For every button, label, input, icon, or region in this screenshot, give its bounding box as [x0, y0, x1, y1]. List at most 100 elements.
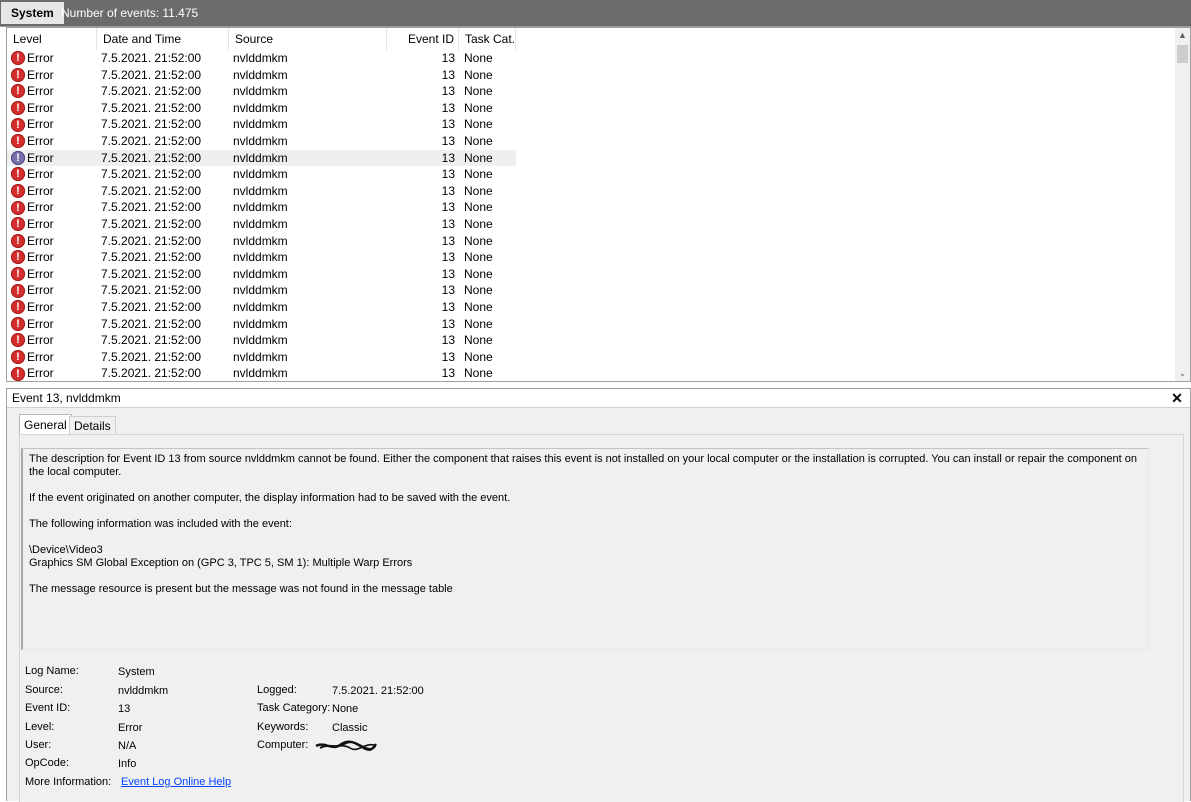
cell-source: nvlddmkm — [233, 366, 288, 381]
description-line: If the event originated on another compu… — [29, 492, 511, 504]
table-row[interactable]: ! Error 7.5.2021. 21:52:00 nvlddmkm 13 None — [7, 67, 1173, 84]
cell-level: Error — [27, 183, 54, 198]
column-header-task-category[interactable]: Task Cat... — [459, 28, 516, 50]
scroll-thumb[interactable] — [1177, 45, 1188, 63]
table-row[interactable]: ! Error 7.5.2021. 21:52:00 nvlddmkm 13 None — [7, 216, 1173, 233]
table-row[interactable]: ! Error 7.5.2021. 21:52:00 nvlddmkm 13 None — [7, 116, 1173, 133]
error-icon: ! — [11, 184, 25, 199]
error-icon: ! — [11, 117, 25, 132]
cell-date: 7.5.2021. 21:52:00 — [101, 366, 202, 381]
error-icon: ! — [11, 51, 25, 66]
cell-date: 7.5.2021. 21:52:00 — [101, 266, 202, 281]
error-icon: ! — [11, 101, 25, 116]
table-row[interactable]: ! Error 7.5.2021. 21:52:00 nvlddmkm 13 None — [7, 83, 1173, 100]
scroll-up-icon[interactable]: ▲ — [1175, 28, 1190, 43]
event-description[interactable]: The description for Event ID 13 from sou… — [21, 448, 1149, 650]
cell-date: 7.5.2021. 21:52:00 — [101, 100, 202, 115]
cell-source: nvlddmkm — [233, 67, 288, 82]
table-row[interactable]: ! Error 7.5.2021. 21:52:00 nvlddmkm 13 None — [7, 183, 1173, 200]
table-row[interactable]: ! Error 7.5.2021. 21:52:00 nvlddmkm 13 None — [7, 166, 1173, 183]
events-scrollbar[interactable]: ▲ ⌄ — [1175, 28, 1190, 381]
cell-task-category: None — [464, 183, 493, 198]
table-row[interactable]: ! Error 7.5.2021. 21:52:00 nvlddmkm 13 None — [7, 100, 1173, 117]
error-icon: ! — [11, 200, 25, 215]
description-line: \Device\Video3 — [29, 544, 103, 556]
error-icon: ! — [11, 250, 25, 265]
cell-level: Error — [27, 150, 54, 165]
table-row[interactable]: ! Error 7.5.2021. 21:52:00 nvlddmkm 13 None — [7, 299, 1173, 316]
cell-source: nvlddmkm — [233, 84, 288, 99]
cell-task-category: None — [464, 150, 493, 165]
cell-event-id: 13 — [441, 366, 455, 381]
event-log-online-help-link[interactable]: Event Log Online Help — [121, 776, 231, 788]
cell-task-category: None — [464, 100, 493, 115]
cell-task-category: None — [464, 67, 493, 82]
cell-event-id: 13 — [441, 233, 455, 248]
table-row[interactable]: ! Error 7.5.2021. 21:52:00 nvlddmkm 13 None — [7, 149, 1173, 167]
cell-level: Error — [27, 117, 54, 132]
table-row[interactable]: ! Error 7.5.2021. 21:52:00 nvlddmkm 13 None — [7, 282, 1173, 299]
tab-details[interactable]: Details — [69, 416, 116, 435]
cell-task-category: None — [464, 299, 493, 314]
cell-task-category: None — [464, 266, 493, 281]
cell-task-category: None — [464, 233, 493, 248]
cell-event-id: 13 — [441, 333, 455, 348]
cell-date: 7.5.2021. 21:52:00 — [101, 183, 202, 198]
cell-level: Error — [27, 266, 54, 281]
logged-value: 7.5.2021. 21:52:00 — [332, 685, 424, 697]
cell-level: Error — [27, 333, 54, 348]
cell-event-id: 13 — [441, 100, 455, 115]
cell-task-category: None — [464, 250, 493, 265]
logged-label: Logged: — [257, 684, 297, 696]
error-icon: ! — [11, 349, 25, 364]
event-rows: ! Error 7.5.2021. 21:52:00 nvlddmkm 13 None! E… — [7, 50, 1173, 381]
cell-date: 7.5.2021. 21:52:00 — [101, 216, 202, 231]
cell-date: 7.5.2021. 21:52:00 — [101, 299, 202, 314]
cell-date: 7.5.2021. 21:52:00 — [101, 316, 202, 331]
table-row[interactable]: ! Error 7.5.2021. 21:52:00 nvlddmkm 13 None — [7, 365, 1173, 381]
level-value: Error — [118, 722, 143, 734]
cell-source: nvlddmkm — [233, 133, 288, 148]
column-header-event-id[interactable]: Event ID — [387, 28, 459, 50]
description-line: The message resource is present but the … — [29, 583, 453, 595]
table-row[interactable]: ! Error 7.5.2021. 21:52:00 nvlddmkm 13 None — [7, 249, 1173, 266]
error-icon: ! — [11, 217, 25, 232]
cell-task-category: None — [464, 84, 493, 99]
error-icon: ! — [11, 316, 25, 331]
cell-source: nvlddmkm — [233, 299, 288, 314]
tab-general[interactable]: General — [19, 414, 72, 435]
close-icon[interactable]: ✕ — [1170, 389, 1184, 407]
error-icon: ! — [11, 67, 25, 82]
description-line: The description for Event ID 13 from sou… — [29, 453, 1137, 478]
cell-date: 7.5.2021. 21:52:00 — [101, 51, 202, 65]
table-row[interactable]: ! Error 7.5.2021. 21:52:00 nvlddmkm 13 None — [7, 50, 1173, 67]
table-row[interactable]: ! Error 7.5.2021. 21:52:00 nvlddmkm 13 None — [7, 349, 1173, 366]
cell-date: 7.5.2021. 21:52:00 — [101, 349, 202, 364]
detail-header: Event 13, nvlddmkm ✕ — [7, 389, 1190, 408]
table-row[interactable]: ! Error 7.5.2021. 21:52:00 nvlddmkm 13 None — [7, 316, 1173, 333]
cell-task-category: None — [464, 133, 493, 148]
cell-source: nvlddmkm — [233, 283, 288, 298]
cell-event-id: 13 — [441, 266, 455, 281]
error-icon: ! — [11, 150, 25, 165]
table-row[interactable]: ! Error 7.5.2021. 21:52:00 nvlddmkm 13 None — [7, 199, 1173, 216]
cell-event-id: 13 — [441, 133, 455, 148]
cell-event-id: 13 — [441, 216, 455, 231]
cell-level: Error — [27, 283, 54, 298]
cell-task-category: None — [464, 316, 493, 331]
column-header-level[interactable]: Level — [7, 28, 97, 50]
table-row[interactable]: ! Error 7.5.2021. 21:52:00 nvlddmkm 13 None — [7, 266, 1173, 283]
table-row[interactable]: ! Error 7.5.2021. 21:52:00 nvlddmkm 13 None — [7, 332, 1173, 349]
column-header-date[interactable]: Date and Time — [97, 28, 229, 50]
cell-event-id: 13 — [441, 283, 455, 298]
source-label: Source: — [25, 684, 63, 696]
events-list[interactable]: Level Date and Time Source Event ID Task… — [6, 27, 1191, 382]
cell-task-category: None — [464, 283, 493, 298]
cell-source: nvlddmkm — [233, 150, 288, 165]
table-row[interactable]: ! Error 7.5.2021. 21:52:00 nvlddmkm 13 None — [7, 133, 1173, 150]
log-name-tab[interactable]: System — [1, 2, 64, 24]
cell-task-category: None — [464, 200, 493, 215]
scroll-down-icon[interactable]: ⌄ — [1175, 366, 1190, 381]
column-header-source[interactable]: Source — [229, 28, 387, 50]
table-row[interactable]: ! Error 7.5.2021. 21:52:00 nvlddmkm 13 None — [7, 233, 1173, 250]
